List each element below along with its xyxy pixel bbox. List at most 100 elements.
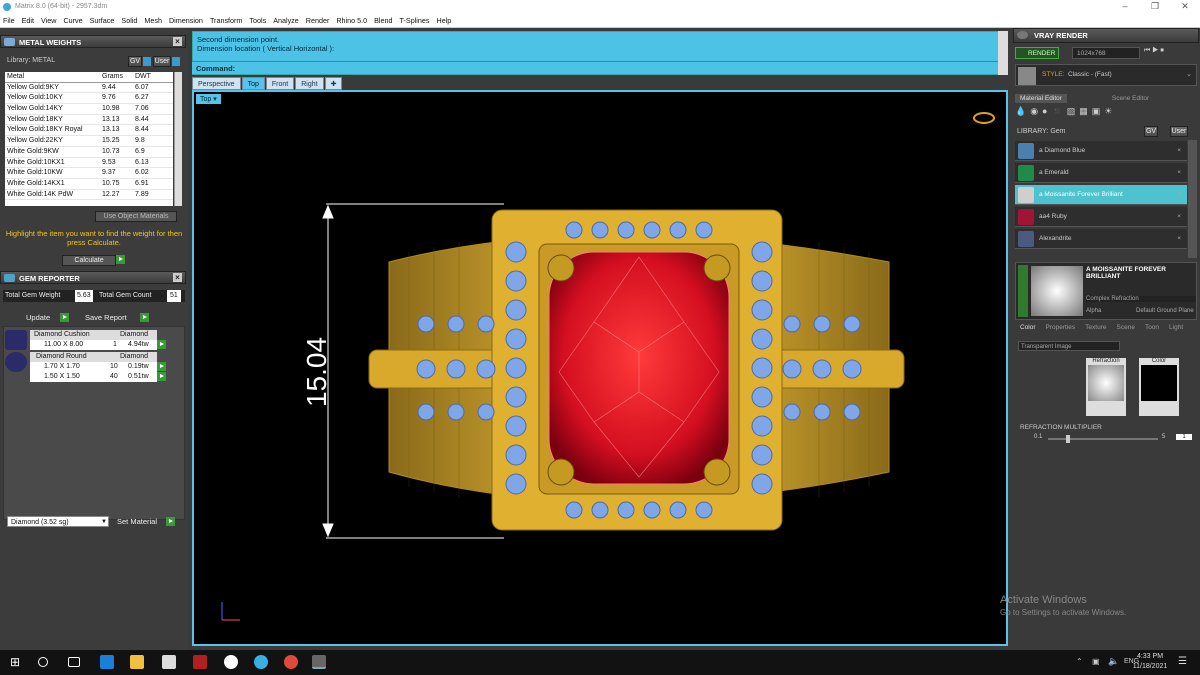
- gem-library-item[interactable]: aa4 Ruby ×: [1015, 207, 1187, 227]
- complex-refraction[interactable]: Complex Refraction: [1086, 296, 1196, 302]
- gv-button[interactable]: GV: [128, 56, 142, 67]
- menu-blend[interactable]: Blend: [374, 16, 392, 25]
- menu-dimension[interactable]: Dimension: [169, 16, 203, 25]
- material-toolbar[interactable]: 💧◉●◾▧▦▣☀: [1015, 106, 1197, 122]
- start-icon[interactable]: ⊞: [10, 655, 24, 669]
- calculate-go-icon[interactable]: [116, 255, 125, 265]
- command-input[interactable]: Command:: [192, 61, 1000, 74]
- remove-icon[interactable]: ×: [1177, 185, 1181, 205]
- tab-front[interactable]: Front: [265, 77, 295, 90]
- color-swatch[interactable]: Color: [1139, 358, 1179, 416]
- update-go-icon[interactable]: [60, 313, 69, 323]
- menu-rhino[interactable]: Rhino 5.0: [336, 16, 367, 25]
- gem-group-round[interactable]: Diamond Round Diamond: [30, 352, 157, 362]
- metal-table-scrollbar[interactable]: [174, 72, 182, 206]
- tab-top[interactable]: Top: [241, 77, 265, 90]
- calculate-button[interactable]: Calculate: [62, 255, 116, 266]
- app-icon-2[interactable]: [193, 655, 207, 669]
- tab-color[interactable]: Color: [1015, 323, 1041, 332]
- app-icon-1[interactable]: [162, 655, 176, 669]
- table-row[interactable]: White Gold:9KW 10.73 6.9: [5, 147, 173, 158]
- remove-icon[interactable]: ×: [1177, 229, 1181, 249]
- remove-icon[interactable]: ×: [1177, 207, 1181, 227]
- vray-user-button[interactable]: User: [1170, 126, 1188, 137]
- notifications-icon[interactable]: ☰: [1178, 656, 1187, 667]
- close-icon[interactable]: ×: [173, 37, 182, 46]
- set-material-go-icon[interactable]: [166, 517, 175, 527]
- menu-mesh[interactable]: Mesh: [144, 16, 162, 25]
- edge-icon[interactable]: [100, 655, 114, 669]
- menu-analyze[interactable]: Analyze: [273, 16, 299, 25]
- menu-tools[interactable]: Tools: [249, 16, 266, 25]
- gem-row[interactable]: 1.70 X 1.70 10 0.19tw: [30, 362, 157, 372]
- ground-plane-field[interactable]: Default Ground Plane: [1136, 308, 1194, 314]
- zalo-icon[interactable]: [224, 655, 238, 669]
- table-row[interactable]: Yellow Gold:10KY 9.76 6.27: [5, 93, 173, 105]
- table-row[interactable]: White Gold:14KX1 10.75 6.91: [5, 179, 173, 190]
- file-explorer-icon[interactable]: [130, 655, 144, 669]
- save-report-go-icon[interactable]: [140, 313, 149, 323]
- gem-row[interactable]: 1.50 X 1.50 40 0.51tw: [30, 372, 157, 382]
- user-toggle[interactable]: [172, 57, 180, 66]
- clock-date[interactable]: 11/18/2021: [1126, 663, 1174, 670]
- table-row[interactable]: Yellow Gold:18KY Royal 13.13 8.44: [5, 125, 173, 137]
- app-icon-3[interactable]: [254, 655, 268, 669]
- slider-track[interactable]: [1048, 438, 1158, 440]
- tab-right[interactable]: Right: [295, 77, 324, 90]
- menu-surface[interactable]: Surface: [90, 16, 115, 25]
- update-button[interactable]: Update: [26, 313, 50, 322]
- tab-toon[interactable]: Toon: [1140, 323, 1164, 332]
- tab-scene-editor[interactable]: Scene Editor: [1107, 94, 1154, 103]
- gem-row[interactable]: 11.00 X 8.00 1 4.94tw: [30, 340, 157, 350]
- transparent-image-select[interactable]: Transparent Image: [1018, 341, 1120, 351]
- table-row[interactable]: Yellow Gold:9KY 9.44 6.07: [5, 83, 173, 94]
- tray-chevron-icon[interactable]: ⌃: [1076, 657, 1083, 666]
- menu-edit[interactable]: Edit: [22, 16, 34, 25]
- set-material-button[interactable]: Set Material: [117, 517, 157, 526]
- collapse-handle[interactable]: [1018, 265, 1028, 317]
- gem-row-go-icon[interactable]: [157, 362, 166, 372]
- gem-list-scrollbar[interactable]: [1188, 140, 1197, 258]
- gem-library-item[interactable]: a Moissanite Forever Brilliant ×: [1015, 185, 1187, 205]
- volume-icon[interactable]: 🔈: [1108, 656, 1119, 667]
- network-icon[interactable]: ▣: [1092, 657, 1100, 666]
- gem-library-item[interactable]: Alexandrite ×: [1015, 229, 1187, 249]
- use-object-materials-checkbox[interactable]: Use Object Materials: [95, 211, 177, 222]
- gem-row-go-icon[interactable]: [157, 372, 166, 382]
- tab-material-editor[interactable]: Material Editor: [1015, 94, 1067, 103]
- table-row[interactable]: White Gold:10KW 9.37 6.02: [5, 168, 173, 179]
- style-selector[interactable]: STYLE: Classic - (Fast) ⌄: [1015, 64, 1197, 86]
- menu-render[interactable]: Render: [306, 16, 330, 25]
- gem-row-go-icon[interactable]: [157, 340, 166, 350]
- menu-transform[interactable]: Transform: [210, 16, 242, 25]
- user-button[interactable]: User: [153, 56, 171, 67]
- slider-thumb[interactable]: [1066, 435, 1070, 443]
- command-scrollbar[interactable]: [998, 31, 1008, 75]
- menu-curve[interactable]: Curve: [63, 16, 82, 25]
- remove-icon[interactable]: ×: [1177, 141, 1181, 161]
- material-select[interactable]: Diamond (3.52 sg) ▼: [7, 516, 109, 527]
- maximize-icon[interactable]: ❐: [1140, 0, 1170, 13]
- matrix-app-icon[interactable]: [312, 655, 326, 669]
- task-view-icon[interactable]: [68, 657, 80, 667]
- menu-view[interactable]: View: [41, 16, 56, 25]
- menu-file[interactable]: File: [3, 16, 15, 25]
- viewport-top[interactable]: Top ▾ 15.04: [192, 90, 1008, 646]
- menu-tsplines[interactable]: T-Splines: [400, 16, 430, 25]
- close-icon[interactable]: ×: [173, 273, 182, 282]
- refraction-swatch[interactable]: Refraction: [1086, 358, 1126, 416]
- table-row[interactable]: Yellow Gold:22KY 15.25 9.8: [5, 136, 173, 147]
- remove-icon[interactable]: ×: [1177, 163, 1181, 183]
- mult-value[interactable]: 1: [1176, 434, 1192, 440]
- menu-help[interactable]: Help: [437, 16, 452, 25]
- tab-properties[interactable]: Properties: [1041, 323, 1081, 332]
- clock-time[interactable]: 4:33 PM: [1130, 653, 1170, 660]
- gv-toggle[interactable]: [143, 57, 151, 66]
- menu-solid[interactable]: Solid: [121, 16, 137, 25]
- alpha-field[interactable]: Alpha: [1086, 308, 1101, 314]
- search-icon[interactable]: [38, 657, 48, 667]
- chrome-icon[interactable]: [284, 655, 298, 669]
- table-row[interactable]: White Gold:14K PdW 12.27 7.89: [5, 190, 173, 201]
- tab-texture[interactable]: Texture: [1080, 323, 1111, 332]
- tab-light[interactable]: Light: [1164, 323, 1188, 332]
